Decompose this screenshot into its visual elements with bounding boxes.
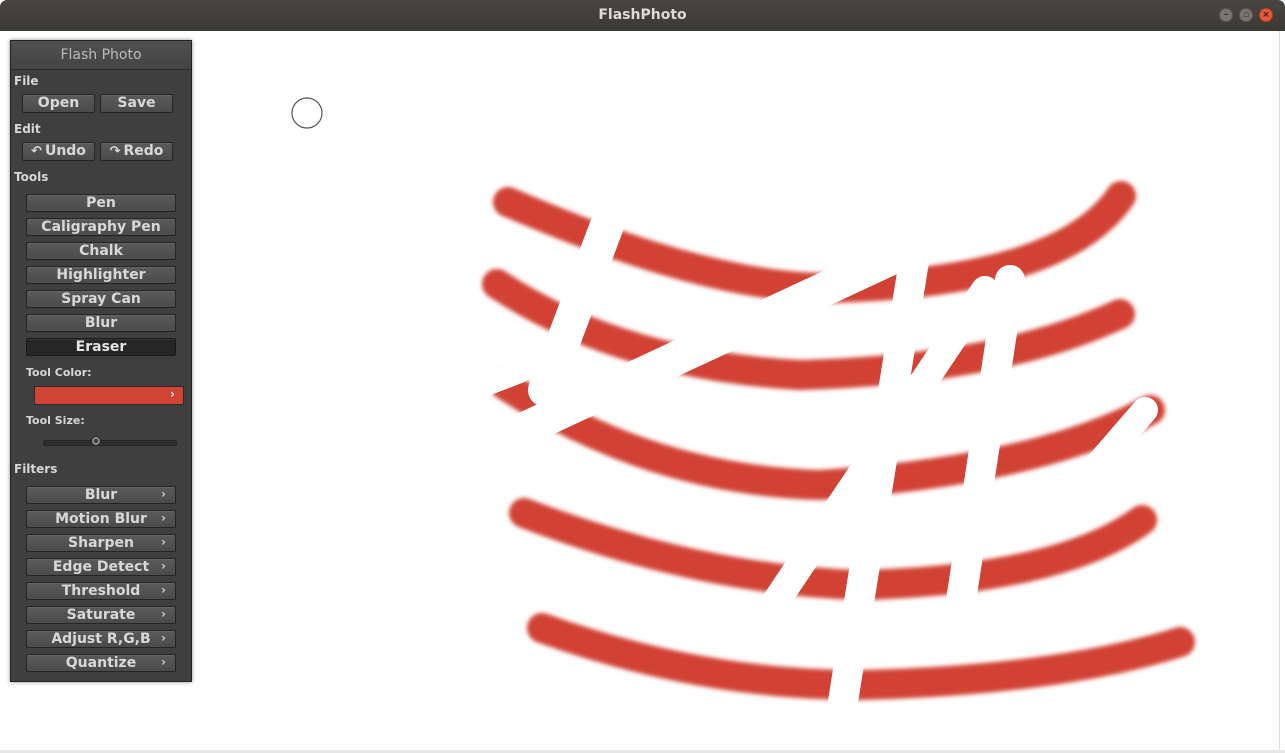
tool-color-label: Tool Color: xyxy=(26,366,92,379)
tool-label: Spray Can xyxy=(61,291,141,307)
filter-adjust-rgb-button[interactable]: Adjust R,G,B › xyxy=(26,630,176,648)
tool-blur-button[interactable]: Blur xyxy=(26,314,176,332)
open-button-label: Open xyxy=(37,95,80,111)
filter-label: Sharpen xyxy=(68,535,134,551)
file-section-label: File xyxy=(14,74,39,88)
canvas-scroll-edge xyxy=(1279,31,1285,753)
tool-pen-button[interactable]: Pen xyxy=(26,194,176,212)
filter-label: Blur xyxy=(84,487,118,503)
filter-saturate-button[interactable]: Saturate › xyxy=(26,606,176,624)
filters-section-label: Filters xyxy=(14,462,58,476)
tool-caligraphy-pen-button[interactable]: Caligraphy Pen xyxy=(26,218,176,236)
maximize-icon[interactable]: ▫ xyxy=(1239,8,1253,22)
redo-arrow-icon: ↷ xyxy=(109,144,121,159)
minimize-icon[interactable]: – xyxy=(1219,8,1233,22)
red-stroke-3 xyxy=(490,370,1165,501)
tool-label: Pen xyxy=(86,195,116,211)
tool-eraser-button[interactable]: Eraser xyxy=(26,338,176,356)
redo-button[interactable]: ↷ Redo xyxy=(100,142,173,161)
tool-label: Highlighter xyxy=(56,267,146,283)
filter-quantize-button[interactable]: Quantize › xyxy=(26,654,176,672)
tool-label: Chalk xyxy=(79,243,123,259)
save-button[interactable]: Save xyxy=(100,94,173,113)
filter-sharpen-button[interactable]: Sharpen › xyxy=(26,534,176,552)
tool-size-slider-track[interactable] xyxy=(43,440,177,446)
filter-threshold-button[interactable]: Threshold › xyxy=(26,582,176,600)
undo-button-label: Undo xyxy=(44,143,86,159)
panel-title[interactable]: Flash Photo xyxy=(11,41,191,70)
filter-label: Quantize xyxy=(65,655,137,671)
filter-label: Motion Blur xyxy=(55,511,147,527)
red-stroke-4 xyxy=(509,498,1157,601)
tool-chalk-button[interactable]: Chalk xyxy=(26,242,176,260)
open-button[interactable]: Open xyxy=(22,94,95,113)
tool-highlighter-button[interactable]: Highlighter xyxy=(26,266,176,284)
filter-label: Threshold xyxy=(61,583,141,599)
filter-label: Edge Detect xyxy=(52,559,150,575)
tool-color-picker[interactable]: › xyxy=(34,386,184,405)
filter-label: Adjust R,G,B xyxy=(51,631,151,647)
chevron-right-icon: › xyxy=(161,487,166,501)
filter-label: Saturate xyxy=(66,607,136,623)
tool-size-label: Tool Size: xyxy=(26,414,85,427)
filter-motion-blur-button[interactable]: Motion Blur › xyxy=(26,510,176,528)
filter-edge-detect-button[interactable]: Edge Detect › xyxy=(26,558,176,576)
red-stroke-5 xyxy=(527,613,1195,701)
undo-button[interactable]: ↶ Undo xyxy=(22,142,95,161)
chevron-right-icon: › xyxy=(161,607,166,621)
red-stroke-1 xyxy=(493,181,1136,304)
chevron-right-icon: › xyxy=(161,655,166,669)
save-button-label: Save xyxy=(117,95,156,111)
chevron-right-icon: › xyxy=(161,583,166,597)
window-title: FlashPhoto xyxy=(598,7,687,23)
tool-label: Blur xyxy=(84,315,118,331)
undo-arrow-icon: ↶ xyxy=(31,144,42,159)
chevron-right-icon: › xyxy=(161,511,166,525)
chevron-right-icon: › xyxy=(161,535,166,549)
window-titlebar: FlashPhoto – ▫ × xyxy=(0,0,1285,31)
filter-blur-button[interactable]: Blur › xyxy=(26,486,176,504)
tool-panel: Flash Photo File Open Save Edit ↶ Undo ↷ R… xyxy=(10,40,192,682)
chevron-right-icon: › xyxy=(161,559,166,573)
edit-section-label: Edit xyxy=(14,122,41,136)
chevron-right-icon: › xyxy=(161,631,166,645)
tool-label: Eraser xyxy=(75,339,127,355)
tool-spray-can-button[interactable]: Spray Can xyxy=(26,290,176,308)
tool-label: Caligraphy Pen xyxy=(41,219,161,235)
tool-size-slider-handle[interactable] xyxy=(90,436,101,446)
close-icon[interactable]: × xyxy=(1259,8,1273,22)
redo-button-label: Redo xyxy=(123,143,164,159)
eraser-cursor-circle-icon xyxy=(291,97,323,129)
tools-section-label: Tools xyxy=(14,170,49,184)
chevron-right-icon: › xyxy=(170,387,175,401)
